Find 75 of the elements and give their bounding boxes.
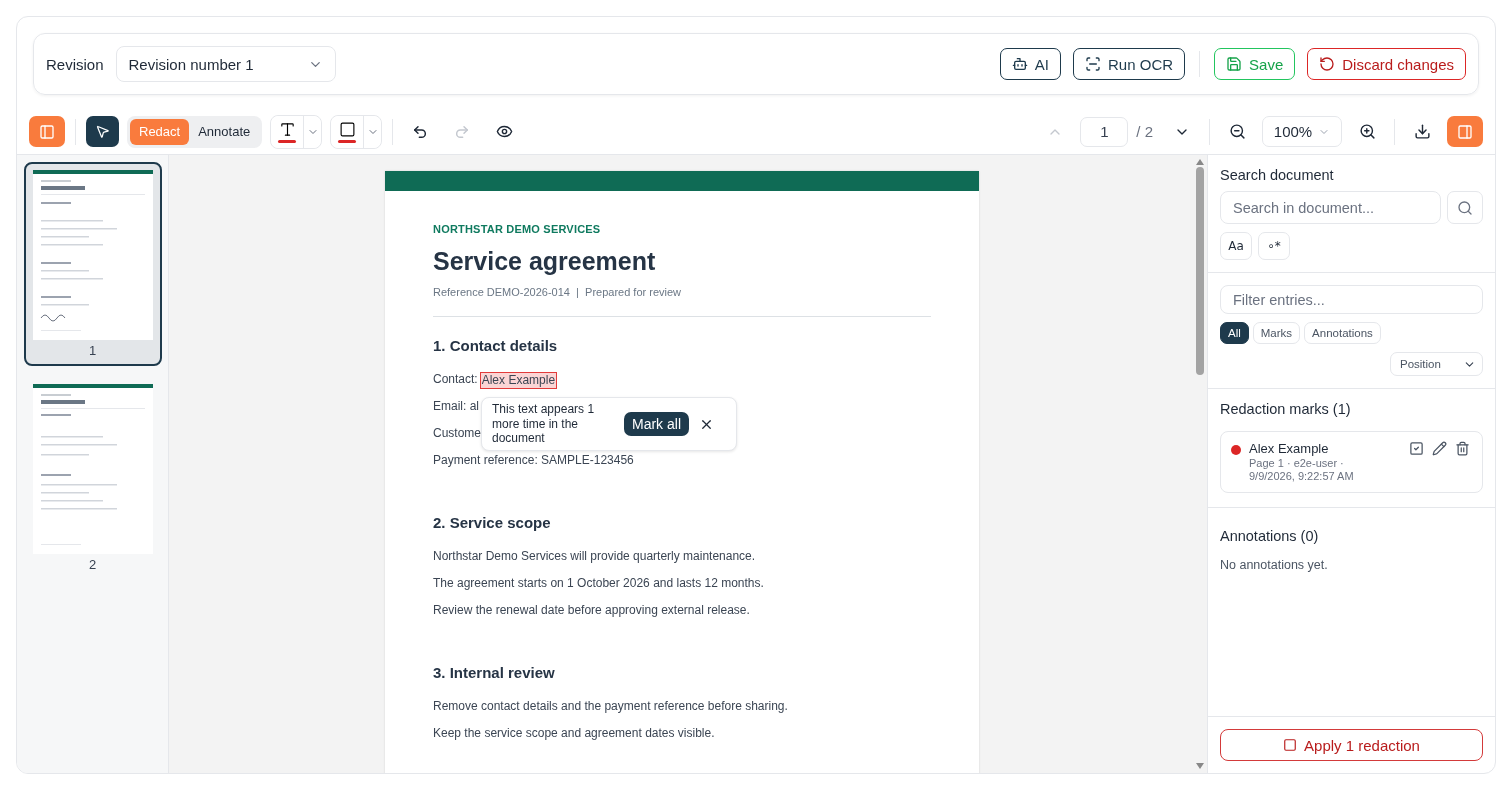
undo-icon xyxy=(1319,56,1336,72)
page-thumbnail[interactable]: 2 xyxy=(23,376,162,580)
document-title: Service agreement xyxy=(433,247,657,276)
annotations-title: Annotations (0) xyxy=(1220,528,1320,544)
section-heading: 2. Service scope xyxy=(433,514,552,531)
document-text: The agreement starts on 1 October 2026 and lasts 12 months. xyxy=(433,576,764,591)
download-icon xyxy=(1413,123,1431,140)
mode-tab[interactable]: Annotate xyxy=(189,118,260,145)
panel-left-icon xyxy=(39,123,55,140)
revision-select[interactable]: Revision number 1 xyxy=(115,46,336,82)
square-icon xyxy=(338,120,356,138)
popover-message: This text appears 1 more time in the document xyxy=(492,402,596,446)
page-number: 1 xyxy=(88,343,97,358)
pencil-icon xyxy=(1432,441,1447,456)
square-icon xyxy=(1283,738,1298,752)
zoom-out-icon xyxy=(1228,123,1246,140)
scrollbar-thumb[interactable] xyxy=(1196,167,1204,375)
toggle-thumbnails-button[interactable] xyxy=(29,116,65,147)
scroll-up-icon[interactable] xyxy=(1196,159,1204,165)
document-text: Custome xyxy=(433,426,482,441)
scroll-down-icon[interactable] xyxy=(1196,763,1204,769)
search-title: Search document xyxy=(1220,167,1335,183)
scan-icon xyxy=(1085,56,1102,72)
text-cursor-icon xyxy=(278,120,296,138)
document-reference: Reference DEMO-2026-014 | Prepared for review xyxy=(433,286,683,298)
section-heading: 3. Internal review xyxy=(433,664,556,681)
document-text: Contact: xyxy=(433,372,478,387)
search-icon xyxy=(1457,199,1473,216)
apply-redaction-button[interactable]: Apply 1 redaction xyxy=(1220,729,1483,761)
select-tool-button[interactable] xyxy=(86,116,119,147)
section-heading: 1. Contact details xyxy=(433,337,559,354)
eye-icon xyxy=(495,123,513,140)
toggle-sidebar-button[interactable] xyxy=(1447,116,1483,147)
pointer-icon xyxy=(95,124,110,139)
panel-right-icon xyxy=(1457,123,1473,140)
ocr-button[interactable]: Run OCR xyxy=(1073,48,1186,80)
page-total: / 2 xyxy=(1136,123,1153,140)
ai-button[interactable]: AI xyxy=(999,48,1062,80)
mark-name: Alex Example xyxy=(1249,441,1330,456)
robot-icon xyxy=(1011,56,1028,72)
discard-button[interactable]: Discard changes xyxy=(1307,48,1466,80)
search-field[interactable]: Search in document... xyxy=(1220,191,1441,224)
page-input[interactable]: 1 xyxy=(1080,116,1129,147)
trash-icon xyxy=(1455,441,1470,456)
empty-message: No annotations yet. xyxy=(1220,558,1329,572)
search-button[interactable] xyxy=(1447,191,1483,224)
document-text: Northstar Demo Services will provide quarterly maintenance. xyxy=(433,549,756,564)
company-name: NORTHSTAR DEMO SERVICES xyxy=(433,223,602,235)
document-text: Keep the service scope and agreement dates visible. xyxy=(433,726,715,741)
redaction-entry[interactable]: Alex Example Page 1 · e2e-user · 9/9/2026, 9:22:57 AM xyxy=(1220,431,1483,493)
filter-chip[interactable]: All xyxy=(1220,322,1249,344)
edit-button[interactable] xyxy=(1430,441,1449,456)
mark-meta: Page 1 · e2e-user · 9/9/2026, 9:22:57 AM xyxy=(1249,457,1355,483)
confirm-button[interactable] xyxy=(1407,441,1426,456)
sort-select[interactable]: Position xyxy=(1390,352,1483,376)
page-number: 2 xyxy=(88,557,97,572)
document-text: Remove contact details and the payment reference before sharing. xyxy=(433,699,788,714)
document-text: Payment reference: SAMPLE-123456 xyxy=(433,453,634,468)
filter-chip[interactable]: Marks xyxy=(1252,322,1301,344)
filter-chip[interactable]: Annotations xyxy=(1304,322,1381,344)
save-icon xyxy=(1226,56,1243,72)
checkbox-icon xyxy=(1409,441,1424,456)
marks-title: Redaction marks (1) xyxy=(1220,401,1352,417)
regex-button[interactable]: ∘* xyxy=(1258,232,1290,260)
document-text: Review the renewal date before approving external release. xyxy=(433,603,750,618)
zoom-in-icon xyxy=(1358,123,1376,140)
mark-all-button[interactable]: Mark all xyxy=(624,412,689,436)
match-case-button[interactable]: Aa xyxy=(1220,232,1252,260)
filter-field[interactable]: Filter entries... xyxy=(1220,285,1483,314)
redaction-mark[interactable]: Alex Example xyxy=(479,372,558,389)
page-thumbnail[interactable]: 1 xyxy=(23,162,162,366)
document-text: Email: al xyxy=(433,399,479,414)
delete-button[interactable] xyxy=(1453,441,1472,456)
revision-label: Revision xyxy=(46,55,104,73)
zoom-select[interactable]: 100% xyxy=(1262,116,1342,147)
